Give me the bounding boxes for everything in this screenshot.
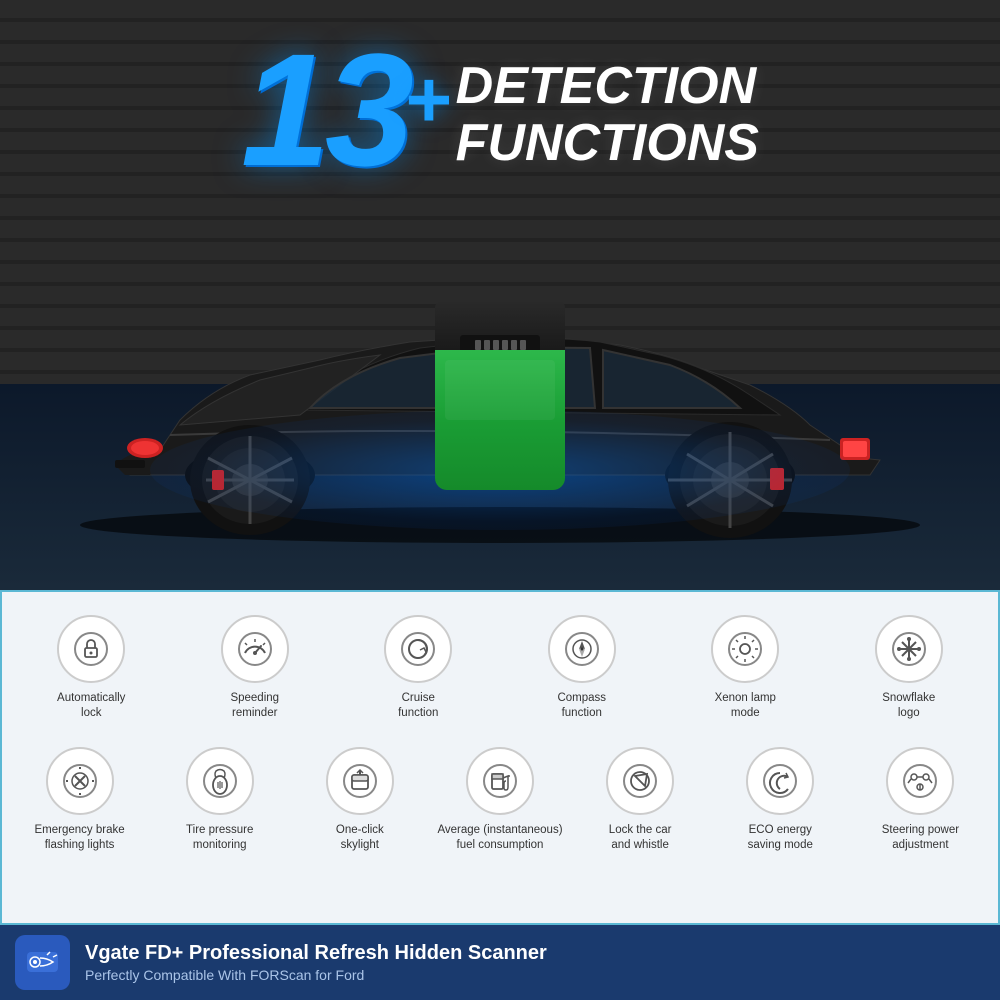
snowflake-icon — [875, 615, 943, 683]
obd-pin — [493, 340, 499, 350]
main-container: 13 + DETECTION FUNCTIONS — [0, 0, 1000, 1000]
feature-snowflake: Snowflakelogo — [830, 607, 989, 729]
footer-section: Vgate FD+ Professional Refresh Hidden Sc… — [0, 925, 1000, 1000]
snowflake-label: Snowflakelogo — [882, 691, 935, 721]
feature-skylight: One-clickskylight — [292, 739, 427, 861]
feature-cruise: Cruisefunction — [339, 607, 498, 729]
steering-label: Steering poweradjustment — [882, 823, 959, 853]
lock-whistle-label: Lock the carand whistle — [609, 823, 672, 853]
feature-tire-pressure: Tire pressuremonitoring — [152, 739, 287, 861]
number-display: 13 — [241, 30, 409, 190]
feature-auto-lock: Automaticallylock — [12, 607, 171, 729]
tire-pressure-label: Tire pressuremonitoring — [186, 823, 253, 853]
cruise-label: Cruisefunction — [398, 691, 438, 721]
lock-whistle-icon — [606, 747, 674, 815]
emergency-brake-label: Emergency brakeflashing lights — [35, 823, 125, 853]
compass-icon — [548, 615, 616, 683]
plus-display: + — [404, 54, 451, 146]
eco-icon — [746, 747, 814, 815]
auto-lock-icon — [57, 615, 125, 683]
detection-line1: DETECTION — [456, 58, 759, 115]
features-section: Automaticallylock Speedingreminder — [0, 590, 1000, 925]
footer-title: Vgate FD+ Professional Refresh Hidden Sc… — [85, 942, 547, 965]
steering-icon — [886, 747, 954, 815]
feature-speeding: Speedingreminder — [176, 607, 335, 729]
speeding-label: Speedingreminder — [230, 691, 279, 721]
feature-steering: Steering poweradjustment — [853, 739, 988, 861]
speeding-icon — [221, 615, 289, 683]
auto-lock-label: Automaticallylock — [57, 691, 125, 721]
footer-app-icon — [15, 935, 70, 990]
feature-compass: Compassfunction — [503, 607, 662, 729]
obd-pin — [475, 340, 481, 350]
obd-top — [435, 300, 565, 350]
features-row1: Automaticallylock Speedingreminder — [2, 592, 998, 734]
obd-pin — [484, 340, 490, 350]
feature-fuel: Average (instantaneous)fuel consumption — [432, 739, 567, 861]
top-section: 13 + DETECTION FUNCTIONS — [0, 0, 1000, 590]
footer-text-container: Vgate FD+ Professional Refresh Hidden Sc… — [85, 942, 547, 983]
detection-line2: FUNCTIONS — [456, 115, 759, 172]
feature-xenon: Xenon lampmode — [666, 607, 825, 729]
skylight-icon — [326, 747, 394, 815]
features-row2: Emergency brakeflashing lights Tire pres… — [2, 734, 998, 866]
eco-label: ECO energysaving mode — [748, 823, 813, 853]
detection-text: DETECTION FUNCTIONS — [456, 58, 759, 172]
emergency-brake-icon — [46, 747, 114, 815]
fuel-label: Average (instantaneous)fuel consumption — [437, 823, 562, 853]
obd-device — [435, 300, 565, 490]
skylight-label: One-clickskylight — [336, 823, 384, 853]
obd-pin — [502, 340, 508, 350]
feature-emergency-brake: Emergency brakeflashing lights — [12, 739, 147, 861]
fuel-icon — [466, 747, 534, 815]
obd-body — [435, 350, 565, 490]
feature-eco: ECO energysaving mode — [713, 739, 848, 861]
heading-container: 13 + DETECTION FUNCTIONS — [0, 30, 1000, 190]
tire-pressure-icon — [186, 747, 254, 815]
footer-subtitle: Perfectly Compatible With FORScan for Fo… — [85, 967, 547, 983]
obd-pin — [520, 340, 526, 350]
feature-lock-whistle: Lock the carand whistle — [573, 739, 708, 861]
obd-pin — [511, 340, 517, 350]
compass-label: Compassfunction — [557, 691, 606, 721]
xenon-icon — [711, 615, 779, 683]
cruise-icon — [384, 615, 452, 683]
xenon-label: Xenon lampmode — [715, 691, 776, 721]
